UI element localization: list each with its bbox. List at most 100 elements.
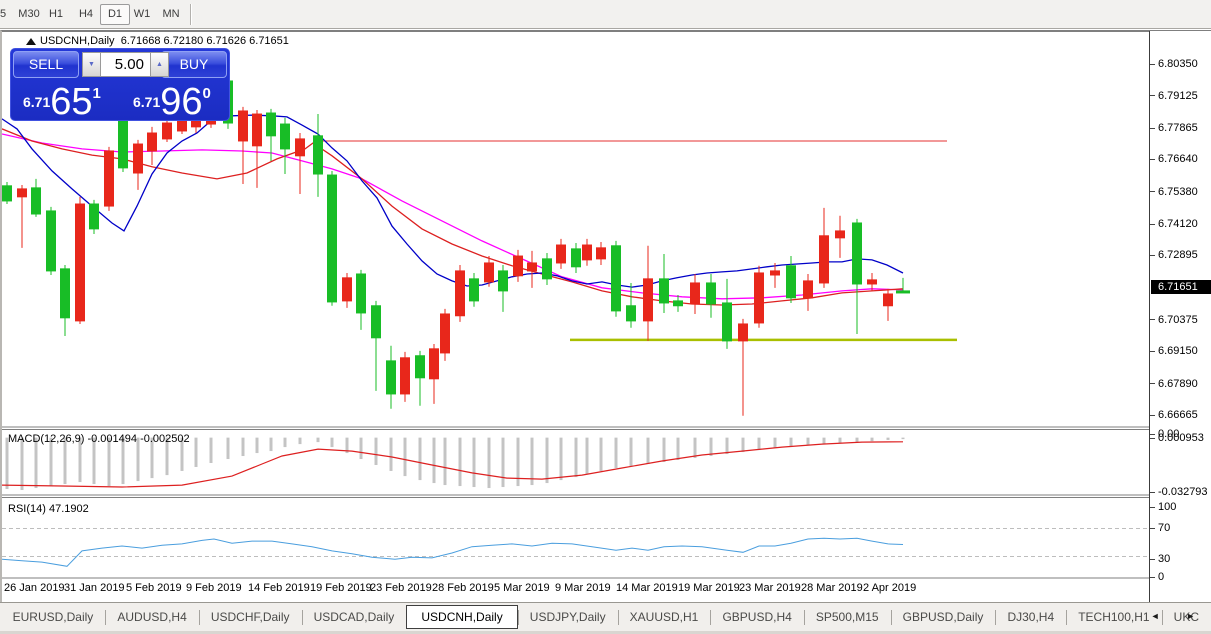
sell-price-pips: 65	[50, 81, 93, 123]
candle-body	[133, 143, 143, 174]
date-axis-label: 9 Mar 2019	[555, 582, 611, 594]
price-axis[interactable]: 6.80350 6.79125 6.77865 6.76640 6.75380 6.741…	[1149, 31, 1211, 603]
current-price-label: 6.71651	[1151, 280, 1211, 295]
axis-tick	[1150, 319, 1155, 320]
tab-scroll-arrows[interactable]: ◄ ►	[1151, 611, 1207, 621]
chart-tab-bar: EURUSD,Daily AUDUSD,H4 USDCHF,Daily USDCAD,…	[0, 602, 1211, 631]
macd-axis-max: 0.000953	[1158, 432, 1204, 444]
candle-body	[596, 247, 606, 260]
axis-price-label: 6.75380	[1158, 185, 1198, 198]
axis-price-label: 6.80350	[1158, 58, 1198, 71]
candle-body	[786, 265, 796, 299]
timeframe-button-h4[interactable]: H4	[72, 4, 100, 25]
candle-body	[104, 150, 114, 207]
buy-price-pips: 96	[160, 81, 203, 123]
buy-price-quote[interactable]: 6.71960	[133, 81, 211, 123]
candle-body	[643, 278, 653, 322]
candle-body	[852, 222, 862, 285]
timeframe-button-5[interactable]: 5	[0, 4, 12, 25]
candle-body	[252, 113, 262, 147]
sell-button[interactable]: SELL	[13, 51, 79, 78]
rsi-line	[2, 537, 904, 567]
timeframe-button-w1[interactable]: W1	[128, 4, 156, 25]
candle-body	[266, 112, 276, 137]
axis-tick	[1150, 128, 1155, 129]
rsi-axis-label: 100	[1158, 501, 1177, 513]
candle-body	[89, 203, 99, 230]
buy-button[interactable]: BUY	[161, 51, 227, 78]
rsi-axis-label: 30	[1158, 553, 1171, 565]
buy-price-base: 6.71	[133, 94, 161, 110]
chart-tab-usdchf-daily[interactable]: USDCHF,Daily	[199, 606, 302, 628]
chart-tab-tech100-h1[interactable]: TECH100,H1	[1066, 606, 1161, 628]
axis-tick	[1150, 191, 1155, 192]
candle-body	[118, 118, 128, 169]
axis-tick	[1150, 95, 1155, 96]
axis-tick	[1150, 434, 1155, 435]
chart-tab-gbpusd-h4[interactable]: GBPUSD,H4	[710, 606, 803, 628]
candle-body	[455, 270, 465, 317]
candle-body	[295, 138, 305, 157]
candle-body	[582, 244, 592, 261]
chart-tab-usdcnh-daily[interactable]: USDCNH,Daily	[406, 605, 518, 629]
chart-tab-eurusd-daily[interactable]: EURUSD,Daily	[1, 606, 106, 628]
chart-tab-audusd-h4[interactable]: AUDUSD,H4	[105, 606, 198, 628]
sell-price-quote[interactable]: 6.71651	[23, 81, 101, 123]
axis-tick	[1150, 528, 1155, 529]
chart-tab-usdjpy-daily[interactable]: USDJPY,Daily	[518, 606, 618, 628]
candle-body	[371, 305, 381, 339]
candle-body	[238, 110, 248, 142]
axis-price-label: 6.79125	[1158, 89, 1198, 102]
candle-body	[803, 280, 813, 299]
candle-body	[17, 188, 27, 198]
axis-tick	[1150, 577, 1155, 578]
timeframe-button-d1[interactable]: D1	[100, 4, 130, 25]
candle-body	[60, 268, 70, 319]
timeframe-button-mn[interactable]: MN	[156, 4, 186, 25]
candle-body	[527, 262, 537, 272]
axis-price-label: 6.67890	[1158, 377, 1198, 390]
candle-body	[673, 300, 683, 307]
axis-price-label: 6.76640	[1158, 153, 1198, 166]
chart-tab-dj30-h4[interactable]: DJ30,H4	[995, 606, 1066, 628]
candle-body	[556, 244, 566, 264]
timeframe-toolbar: 5 M30 H1 H4 D1 W1 MN	[0, 0, 1211, 29]
axis-tick	[1150, 383, 1155, 384]
candle-body	[738, 323, 748, 342]
candle-body	[429, 348, 439, 380]
volume-input[interactable]: 5.00	[101, 52, 150, 77]
candle-body	[313, 135, 323, 175]
chart-tab-xauusd-h1[interactable]: XAUUSD,H1	[618, 606, 711, 628]
axis-price-label: 6.70375	[1158, 313, 1198, 326]
chart-tab-sp500-m15[interactable]: SP500,M15	[804, 606, 891, 628]
axis-price-label: 6.66665	[1158, 409, 1198, 422]
expand-triangle-icon[interactable]	[26, 38, 36, 45]
axis-tick	[1150, 559, 1155, 560]
candle-body	[513, 255, 523, 277]
rsi-indicator-label: RSI(14) 47.1902	[8, 503, 89, 515]
timeframe-button-h1[interactable]: H1	[42, 4, 70, 25]
chart-tab-gbpusd-daily[interactable]: GBPUSD,Daily	[891, 606, 996, 628]
axis-tick	[1150, 224, 1155, 225]
volume-increase-button[interactable]: ▲	[150, 52, 169, 77]
date-axis-label: 31 Jan 2019	[64, 582, 125, 594]
candle-body	[162, 122, 172, 140]
timeframe-button-m30[interactable]: M30	[12, 4, 46, 25]
chart-window: USDCNH,Daily 6.71668 6.72180 6.71626 6.7…	[0, 30, 1211, 603]
candle-body	[46, 210, 56, 272]
candle-body	[2, 185, 12, 202]
date-axis-label: 28 Feb 2019	[432, 582, 494, 594]
chart-tab-usdcad-daily[interactable]: USDCAD,Daily	[302, 606, 407, 628]
date-axis-label: 28 Mar 2019	[801, 582, 863, 594]
date-axis-label: 26 Jan 2019	[4, 582, 65, 594]
axis-tick	[1150, 64, 1155, 65]
candle-body	[770, 270, 780, 276]
candle-body	[835, 230, 845, 239]
axis-price-label: 6.77865	[1158, 122, 1198, 134]
axis-price-label: 6.74120	[1158, 218, 1198, 230]
candle-body	[75, 203, 85, 322]
rsi-axis-label: 70	[1158, 522, 1171, 534]
volume-decrease-button[interactable]: ▼	[82, 52, 101, 77]
axis-tick	[1150, 159, 1155, 160]
candle-body	[342, 277, 352, 302]
